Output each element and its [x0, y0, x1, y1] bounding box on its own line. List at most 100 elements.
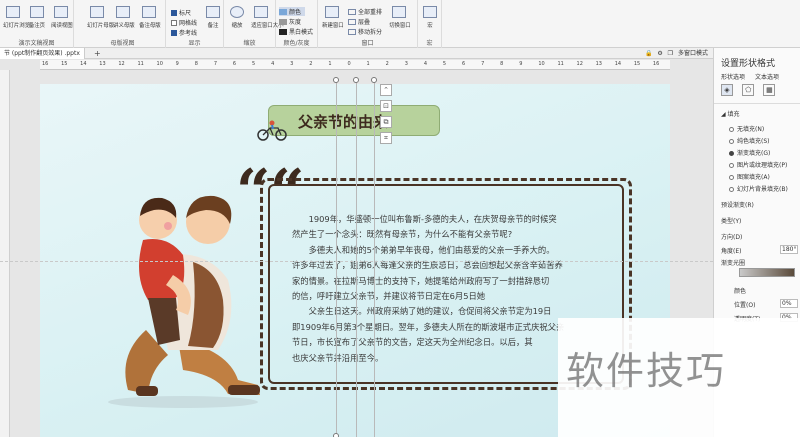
radio-pattern-fill[interactable]: 图案填充(A) [729, 172, 770, 181]
notes-button[interactable]: 备注 [202, 6, 224, 29]
slide-body-text[interactable]: 1909年，华盛顿一位叫布鲁斯-多德的夫人，在庆贺母亲节的时候突 然产生了一个念… [292, 212, 600, 366]
notes-master-icon [142, 6, 156, 18]
fill-section-header[interactable]: ◢ 填充 [721, 109, 740, 118]
document-tab-strip: 节 (ppt制作翻页效果) .pptx + 🔒 ⚙ ❐ 多窗口模式 [0, 48, 800, 59]
handout-master-button[interactable]: 讲义母版 [112, 6, 135, 29]
tab-shape-options[interactable]: 形状选项 [721, 74, 745, 81]
multi-window-mode-label[interactable]: 多窗口模式 [678, 50, 708, 57]
radio-no-fill[interactable]: 无填充(N) [729, 124, 764, 133]
fit-to-window-button[interactable]: 适应窗口大小 [250, 6, 284, 29]
ruler-tick-label: 7 [481, 61, 485, 67]
paragraph-line: 多德夫人和她的5个弟弟早年丧母，他们由慈爱的父亲一手养大的。 [308, 244, 555, 255]
direction-label[interactable]: 方向(D) [721, 232, 742, 241]
ruler-tick-label: 1 [328, 61, 332, 67]
resize-handle[interactable] [371, 77, 377, 83]
zoom-button[interactable]: 缩放 [226, 6, 248, 29]
radio-icon [729, 163, 734, 168]
new-window-button[interactable]: 新建窗口 [321, 6, 344, 29]
radio-slide-background-fill[interactable]: 幻灯片背景填充(B) [729, 184, 788, 193]
slide-sorter-button[interactable]: 幻灯片浏览 [2, 6, 30, 29]
size-properties-icon[interactable]: ▦ [763, 84, 776, 96]
selection-guide-line [356, 80, 357, 437]
ruler-tick-label: 15 [61, 61, 68, 67]
horizontal-guide-line[interactable] [0, 261, 713, 262]
copy-icon[interactable]: ⧉ [380, 116, 392, 128]
macro-icon [423, 6, 437, 18]
ribbon-group-label: 显示 [188, 40, 201, 47]
effects-pentagon-icon[interactable]: ⬠ [742, 84, 755, 96]
resize-handle[interactable] [333, 77, 339, 83]
restore-icon[interactable]: ❐ [668, 50, 673, 57]
selection-guide-line [336, 80, 337, 437]
grayscale-button[interactable]: 灰度 [279, 17, 301, 26]
ribbon-group-label: 窗口 [361, 40, 374, 47]
chevron-up-icon[interactable]: ⌃ [380, 84, 392, 96]
guides-checkbox[interactable]: 参考线 [171, 28, 197, 37]
paragraph-line: 也庆父亲节并沿用至今。 [292, 352, 384, 363]
ruler-tick-label: 6 [232, 61, 237, 67]
resize-handle[interactable] [333, 433, 339, 437]
color-swatch-icon [279, 9, 287, 15]
radio-picture-fill[interactable]: 图片或纹理填充(P) [729, 160, 787, 169]
ruler-tick-label: 12 [118, 61, 125, 67]
ribbon-group-master-views: 幻灯片母版 讲义母版 备注母版 母版视图 [80, 0, 166, 48]
new-tab-button[interactable]: + [94, 48, 101, 59]
gradient-stops-bar[interactable] [739, 268, 795, 277]
radio-solid-fill[interactable]: 纯色填充(S) [729, 136, 770, 145]
ruler-tick-label: 8 [500, 61, 504, 67]
switch-windows-button[interactable]: 切换窗口 [388, 6, 411, 29]
type-label[interactable]: 类型(Y) [721, 216, 741, 225]
color-mode-button[interactable]: 颜色 [279, 7, 306, 16]
pane-category-icons: ◈ ⬠ ▦ [721, 84, 782, 96]
fill-line-icon[interactable]: ◈ [721, 84, 733, 96]
divider [714, 103, 800, 104]
checkbox-icon [171, 20, 177, 26]
ruler-tick-label: 6 [462, 61, 466, 67]
ribbon-group-color-grayscale: 颜色 灰度 黑白模式 颜色/灰度 [276, 0, 318, 48]
vertical-ruler[interactable] [0, 70, 10, 437]
ruler-tick-label: 14 [80, 61, 87, 67]
ribbon-group-label: 缩放 [243, 40, 256, 47]
layout-options-icon[interactable]: ⊡ [380, 100, 392, 112]
ruler-tick-label: 8 [194, 61, 198, 67]
reading-view-button[interactable]: 阅读视图 [50, 6, 73, 29]
pane-title: 设置形状格式 [721, 59, 776, 69]
ruler-tick-label: 4 [271, 61, 275, 67]
notes-page-button[interactable]: 备注页 [26, 6, 48, 29]
horizontal-ruler[interactable]: 16 15 14 13 12 11 10 9 8 7 6 5 4 3 2 1 0 1 2 3 4 5 6 7 8 9 10 11 12 1… [40, 60, 670, 70]
radio-gradient-fill[interactable]: 渐变填充(G) [729, 148, 770, 157]
ruler-checkbox[interactable]: 标尺 [171, 8, 191, 17]
magnifier-icon [230, 6, 244, 18]
ruler-tick-label: 10 [538, 61, 545, 67]
radio-icon [729, 187, 734, 192]
ruler-tick-label: 0 [347, 61, 351, 67]
bicycle-icon [257, 120, 287, 141]
slide-master-button[interactable]: 幻灯片母版 [86, 6, 114, 29]
ruler-tick-label: 13 [99, 61, 106, 67]
settings-gear-icon[interactable]: ⚙ [657, 50, 662, 57]
slide-sorter-icon [6, 6, 20, 18]
macros-button[interactable]: 宏 [419, 6, 441, 29]
lock-icon[interactable]: 🔒 [645, 50, 652, 57]
crop-icon[interactable]: ⌗ [380, 132, 392, 144]
black-white-button[interactable]: 黑白模式 [279, 27, 313, 36]
ruler-tick-label: 7 [213, 61, 217, 67]
paragraph-line: 父亲生日这天。州政府采纳了她的建议，仓促间将父亲节定为19日 [308, 306, 552, 317]
notes-master-button[interactable]: 备注母版 [138, 6, 161, 29]
document-tab[interactable]: 节 (ppt制作翻页效果) .pptx [0, 48, 85, 59]
position-input[interactable]: 0% [780, 299, 798, 308]
angle-input[interactable]: 180° [780, 245, 798, 254]
cascade-button[interactable]: 层叠 [348, 17, 370, 26]
resize-handle[interactable] [353, 77, 359, 83]
gridlines-checkbox[interactable]: 网格线 [171, 18, 197, 27]
tab-text-options[interactable]: 文本选项 [755, 74, 779, 81]
preset-gradients-label[interactable]: 预设渐变(R) [721, 200, 754, 209]
ruler-tick-label: 4 [423, 61, 427, 67]
ribbon-group-window: 新建窗口 全部重排 层叠 移动拆分 切换窗口 窗口 [318, 0, 418, 48]
slide-master-icon [90, 6, 104, 18]
ruler-tick-label: 2 [309, 61, 313, 67]
notes-page-icon [30, 6, 44, 18]
ribbon-group-label: 演示文稿视图 [18, 40, 55, 47]
move-split-button[interactable]: 移动拆分 [348, 27, 382, 36]
arrange-all-button[interactable]: 全部重排 [348, 7, 382, 16]
